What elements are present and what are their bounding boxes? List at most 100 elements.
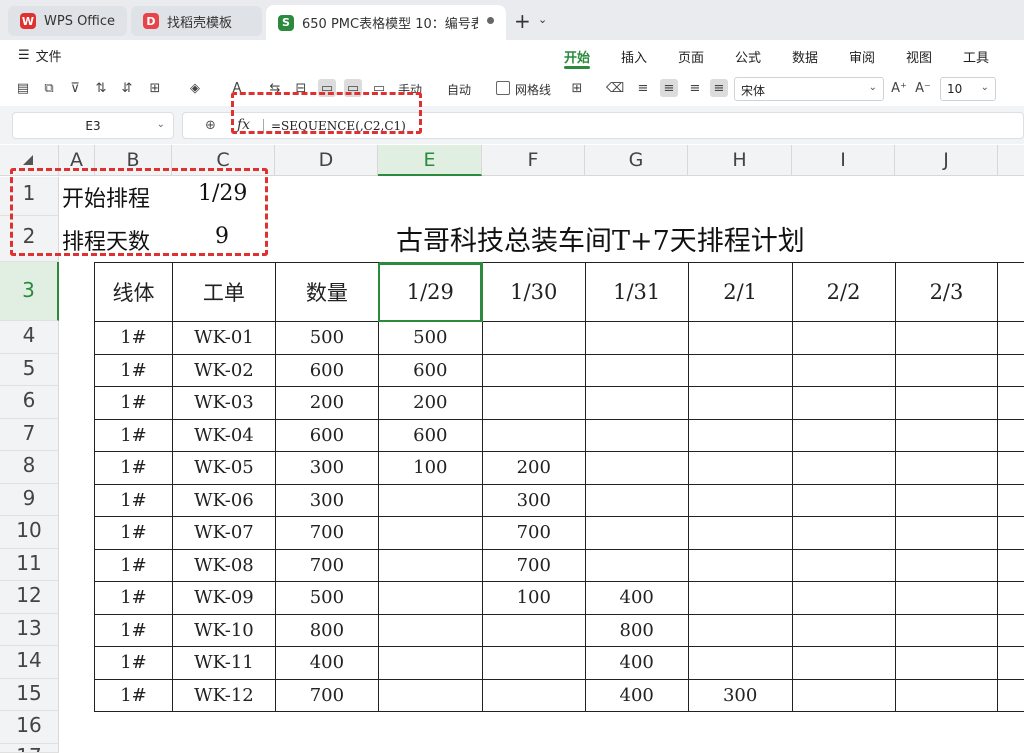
table-cell[interactable]: [791, 483, 896, 517]
table-cell[interactable]: [481, 386, 586, 420]
header-line[interactable]: 线体: [94, 262, 173, 322]
table-cell[interactable]: 200: [377, 386, 483, 420]
select-all-corner[interactable]: [0, 145, 59, 176]
col-header-d[interactable]: D: [275, 145, 378, 176]
table-cell[interactable]: WK-11: [171, 646, 276, 680]
col-header-f[interactable]: F: [482, 145, 585, 176]
col-header-e[interactable]: E: [378, 145, 482, 176]
table-cell[interactable]: [481, 613, 586, 647]
sort-desc-icon[interactable]: ⇵: [118, 79, 136, 97]
font-name-select[interactable]: 宋体 ⌄: [734, 77, 884, 101]
table-cell[interactable]: 200: [274, 386, 379, 420]
tab-data[interactable]: 数据: [792, 47, 818, 66]
table-cell[interactable]: 1#: [94, 613, 173, 647]
table-cell[interactable]: [481, 418, 586, 452]
table-cell[interactable]: [584, 386, 689, 420]
table-cell[interactable]: [791, 418, 896, 452]
align-center-icon[interactable]: ≡: [660, 79, 678, 97]
table-cell[interactable]: 1#: [94, 516, 173, 550]
header-order[interactable]: 工单: [171, 262, 276, 322]
table-cell[interactable]: 800: [584, 613, 689, 647]
table-cell[interactable]: [791, 516, 896, 550]
sort-asc-icon[interactable]: ⇅: [92, 79, 110, 97]
col-header-b[interactable]: B: [95, 145, 172, 176]
table-cell[interactable]: 500: [377, 321, 483, 355]
row-header-2[interactable]: 2: [0, 216, 59, 262]
table-cell[interactable]: 400: [584, 678, 689, 712]
tab-tools[interactable]: 工具: [963, 47, 989, 66]
table-cell[interactable]: [894, 516, 999, 550]
table-cell[interactable]: [687, 418, 793, 452]
table-cell[interactable]: [584, 548, 689, 582]
tab-review[interactable]: 审阅: [849, 47, 875, 66]
fx-icon[interactable]: fx: [237, 117, 250, 133]
table-cell[interactable]: 1#: [94, 386, 173, 420]
font-grow-icon[interactable]: A⁺: [890, 79, 908, 97]
table-cell[interactable]: [687, 646, 793, 680]
align-left-icon[interactable]: ≡: [634, 79, 652, 97]
row-header-14[interactable]: 14: [0, 646, 59, 679]
zoom-icon[interactable]: ⊕: [205, 118, 216, 133]
table-cell[interactable]: 700: [274, 516, 379, 550]
table-cell[interactable]: 600: [377, 418, 483, 452]
table-cell[interactable]: [481, 321, 586, 355]
tab-wps-office[interactable]: W WPS Office: [8, 6, 127, 36]
merge-icon[interactable]: ⊟: [292, 79, 310, 97]
table-cell-overflow[interactable]: [997, 451, 1024, 485]
table-cell-overflow[interactable]: [997, 548, 1024, 582]
table-cell[interactable]: 700: [481, 516, 586, 550]
table-cell[interactable]: 100: [481, 581, 586, 615]
table-cell[interactable]: 600: [274, 353, 379, 387]
table-cell[interactable]: [584, 418, 689, 452]
table-cell[interactable]: 1#: [94, 548, 173, 582]
table-cell[interactable]: [377, 678, 483, 712]
table-cell[interactable]: WK-10: [171, 613, 276, 647]
table-cell[interactable]: [894, 483, 999, 517]
table-cell[interactable]: WK-08: [171, 548, 276, 582]
table-cell[interactable]: WK-02: [171, 353, 276, 387]
table-cell[interactable]: [687, 483, 793, 517]
table-cell[interactable]: [377, 613, 483, 647]
header-date-overflow[interactable]: [997, 262, 1024, 322]
wrap-auto-button[interactable]: 自动: [447, 81, 471, 98]
table-cell[interactable]: 300: [274, 483, 379, 517]
table-cell[interactable]: [687, 353, 793, 387]
tab-spreadsheet[interactable]: S 650 PMC表格模型 10：编号表格: [266, 5, 506, 40]
file-menu[interactable]: ☰ 文件: [18, 46, 62, 65]
table-cell-overflow[interactable]: [997, 678, 1024, 712]
col-header-h[interactable]: H: [688, 145, 792, 176]
fill-color-icon[interactable]: ◈: [186, 79, 204, 97]
col-header-a[interactable]: A: [59, 145, 95, 176]
formula-input-area[interactable]: ⊕ fx =SEQUENCE(,C2,C1): [182, 112, 1024, 139]
col-header-k[interactable]: [998, 145, 1024, 176]
row-header-7[interactable]: 7: [0, 419, 59, 451]
row-header-15[interactable]: 15: [0, 679, 59, 711]
table-cell[interactable]: [377, 516, 483, 550]
row-header-16[interactable]: 16: [0, 711, 59, 744]
table-cell[interactable]: [377, 581, 483, 615]
table-cell[interactable]: WK-04: [171, 418, 276, 452]
table-cell[interactable]: WK-01: [171, 321, 276, 355]
table-cell[interactable]: [584, 451, 689, 485]
table-cell-overflow[interactable]: [997, 646, 1024, 680]
table-cell[interactable]: 1#: [94, 321, 173, 355]
table-cell[interactable]: 700: [481, 548, 586, 582]
row-header-12[interactable]: 12: [0, 581, 59, 614]
table-cell[interactable]: 400: [584, 646, 689, 680]
table-cell[interactable]: [584, 483, 689, 517]
table-cell[interactable]: [687, 321, 793, 355]
cell-c1-start-value[interactable]: 1/29: [198, 181, 247, 206]
table-cell[interactable]: 700: [274, 548, 379, 582]
row-header-13[interactable]: 13: [0, 614, 59, 646]
table-cell[interactable]: WK-09: [171, 581, 276, 615]
table-cell-overflow[interactable]: [997, 581, 1024, 615]
col-header-j[interactable]: J: [895, 145, 998, 176]
table-cell[interactable]: 600: [377, 353, 483, 387]
justify-icon[interactable]: ≡: [710, 79, 728, 97]
paste-icon[interactable]: ▤: [14, 79, 32, 97]
table-cell[interactable]: 400: [584, 581, 689, 615]
row-header-11[interactable]: 11: [0, 549, 59, 581]
header-date-1[interactable]: 1/29: [377, 262, 483, 322]
table-cell[interactable]: [791, 646, 896, 680]
tab-list-chevron-icon[interactable]: ⌄: [538, 13, 547, 26]
